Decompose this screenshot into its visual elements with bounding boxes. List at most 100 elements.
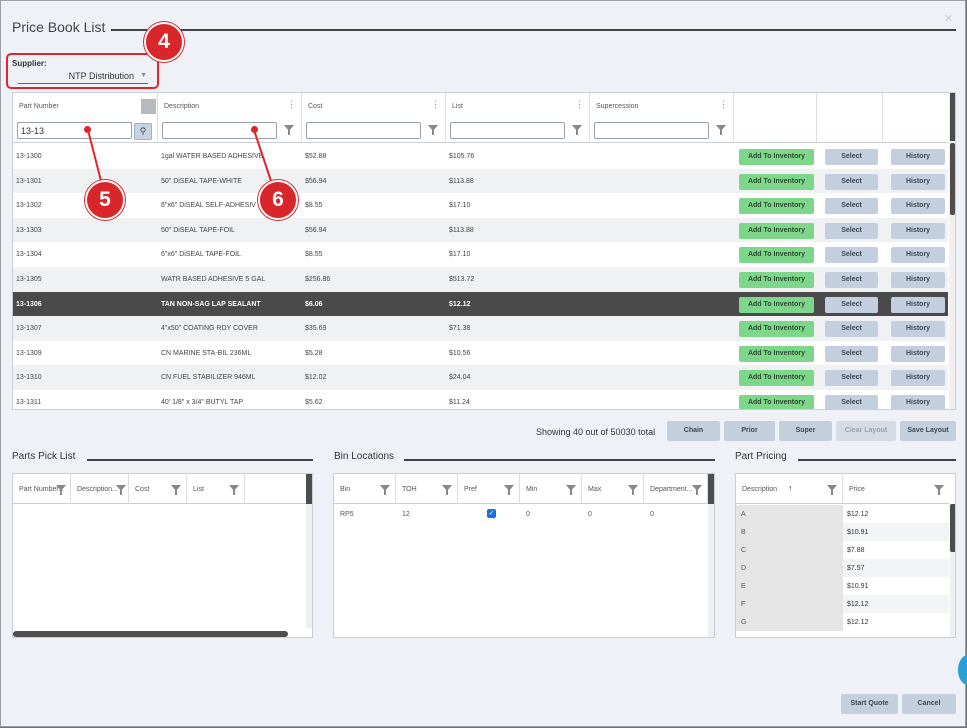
column-header-part-number[interactable]: Part Number... <box>13 474 71 504</box>
supercession-filter-input[interactable] <box>594 122 709 139</box>
select-button[interactable]: Select <box>825 149 878 165</box>
filter-icon[interactable] <box>628 485 638 495</box>
table-row[interactable]: 13-1304 6"x6" DiSEAL TAPE-FOIL $8.55 $17.10… <box>13 242 948 267</box>
filter-icon[interactable] <box>229 485 239 495</box>
table-row[interactable]: 13-1310 CN FUEL STABILIZER 946ML $12.02 $24… <box>13 365 948 390</box>
select-button[interactable]: Select <box>825 247 878 264</box>
table-row[interactable]: D $7.57 <box>736 559 949 577</box>
column-header-min[interactable]: Min <box>520 474 582 504</box>
save-layout-button[interactable]: Save Layout <box>900 421 956 441</box>
history-button[interactable]: History <box>891 173 945 190</box>
column-header-cost[interactable]: Cost ⋮ <box>302 93 446 143</box>
add-to-inventory-button[interactable]: Add To Inventory <box>739 198 814 215</box>
filter-icon[interactable] <box>171 485 181 495</box>
column-header-part-number[interactable]: Part Number ⚲ <box>13 93 158 143</box>
filter-icon[interactable] <box>827 485 837 495</box>
column-header-department[interactable]: Department... <box>644 474 708 504</box>
history-button[interactable]: History <box>891 149 945 165</box>
column-header-bin[interactable]: Bin <box>334 474 396 504</box>
filter-icon[interactable] <box>442 485 452 495</box>
table-row[interactable]: 13-1303 50" DiSEAL TAPE-FOIL $56.94 $113.88… <box>13 217 948 243</box>
add-to-inventory-button[interactable]: Add To Inventory <box>739 272 814 288</box>
table-row[interactable]: 13-1311 40' 1/8" x 3/4" BUTYL TAP $5.62 $11… <box>13 390 948 409</box>
column-menu-icon[interactable]: ⋮ <box>575 100 584 109</box>
sort-ascending-icon[interactable]: ↑ <box>788 483 793 493</box>
filter-icon[interactable] <box>572 125 582 135</box>
filter-icon[interactable] <box>716 125 726 135</box>
column-header-description[interactable]: Description... <box>71 474 129 504</box>
prior-button[interactable]: Prior <box>724 421 775 441</box>
grid-scrollbar[interactable] <box>949 93 955 409</box>
filter-icon[interactable] <box>428 125 438 135</box>
history-button[interactable]: History <box>891 222 945 239</box>
column-menu-icon[interactable]: ⋮ <box>719 100 728 109</box>
table-row[interactable]: E $10.91 <box>736 577 949 595</box>
add-to-inventory-button[interactable]: Add To Inventory <box>739 321 814 338</box>
column-header-list[interactable]: List ⋮ <box>446 93 590 143</box>
filter-icon[interactable] <box>692 485 702 495</box>
add-to-inventory-button[interactable]: Add To Inventory <box>739 247 814 264</box>
table-row[interactable]: 13-1302 6"x6" DiSEAL SELF-ADHESIV $8.55 $17… <box>13 193 948 218</box>
add-to-inventory-button[interactable]: Add To Inventory <box>739 345 814 362</box>
column-header-max[interactable]: Max <box>582 474 644 504</box>
history-button[interactable]: History <box>891 370 945 387</box>
filter-icon[interactable] <box>116 485 126 495</box>
sort-indicator[interactable] <box>141 99 156 114</box>
column-header-cost[interactable]: Cost <box>129 474 187 504</box>
table-row[interactable]: 13-1305 WATR BASED ADHESIVE 5 GAL $256.86 $… <box>13 267 948 292</box>
table-row[interactable]: 13-1301 50" DiSEAL TAPE-WHITE $56.94 $113.8… <box>13 168 948 194</box>
vertical-scrollbar[interactable] <box>950 504 955 637</box>
scrollbar-thumb[interactable] <box>950 504 955 552</box>
table-row[interactable]: C $7.88 <box>736 541 949 559</box>
table-row[interactable]: 13-1309 CN MARINE STA-BIL 236ML $5.28 $10.5… <box>13 341 948 366</box>
table-row[interactable]: RP5 12 ✓ 0 0 0 <box>334 505 708 523</box>
column-menu-icon[interactable]: ⋮ <box>431 100 440 109</box>
table-row[interactable]: 13-1307 4"x50" COATING RDY COVER $35.69 $71… <box>13 316 948 341</box>
table-row[interactable]: F $12.12 <box>736 595 949 613</box>
select-button[interactable]: Select <box>825 321 878 338</box>
select-button[interactable]: Select <box>825 272 878 288</box>
history-button[interactable]: History <box>891 395 945 409</box>
select-button[interactable]: Select <box>825 296 878 313</box>
table-row[interactable]: A $12.12 <box>736 505 949 523</box>
add-to-inventory-button[interactable]: Add To Inventory <box>739 370 814 387</box>
history-button[interactable]: History <box>891 345 945 362</box>
filter-icon[interactable] <box>504 485 514 495</box>
filter-icon[interactable] <box>56 485 66 495</box>
add-to-inventory-button[interactable]: Add To Inventory <box>739 395 814 409</box>
history-button[interactable]: History <box>891 272 945 288</box>
history-button[interactable]: History <box>891 296 945 313</box>
table-row[interactable]: 13-1306 TAN NON-SAG LAP SEALANT $6.06 $12.1… <box>13 291 948 317</box>
scrollbar-thumb[interactable] <box>950 143 955 215</box>
description-filter-input[interactable] <box>162 122 277 139</box>
column-menu-icon[interactable]: ⋮ <box>287 100 296 109</box>
super-button[interactable]: Super <box>779 421 832 441</box>
add-to-inventory-button[interactable]: Add To Inventory <box>739 173 814 190</box>
pref-checkbox[interactable]: ✓ <box>487 509 496 518</box>
add-to-inventory-button[interactable]: Add To Inventory <box>739 149 814 165</box>
cancel-button[interactable]: Cancel <box>902 694 956 714</box>
column-header-description[interactable]: Description ⋮ <box>158 93 302 143</box>
chain-button[interactable]: Chain <box>667 421 720 441</box>
start-quote-button[interactable]: Start Quote <box>841 694 898 714</box>
horizontal-scrollbar-thumb[interactable] <box>13 631 288 637</box>
select-button[interactable]: Select <box>825 173 878 190</box>
filter-icon[interactable] <box>934 485 944 495</box>
history-button[interactable]: History <box>891 247 945 264</box>
table-row[interactable]: 13-1300 1gal WATER BASED ADHESIVE $52.88 $1… <box>13 144 948 169</box>
filter-icon[interactable] <box>284 125 294 135</box>
add-to-inventory-button[interactable]: Add To Inventory <box>739 296 814 313</box>
history-button[interactable]: History <box>891 198 945 215</box>
column-header-supercession[interactable]: Supercession ⋮ <box>590 93 734 143</box>
history-button[interactable]: History <box>891 321 945 338</box>
select-button[interactable]: Select <box>825 198 878 215</box>
column-header-price[interactable]: Price <box>843 474 949 504</box>
select-button[interactable]: Select <box>825 370 878 387</box>
add-to-inventory-button[interactable]: Add To Inventory <box>739 222 814 239</box>
column-header-pref[interactable]: Pref <box>458 474 520 504</box>
vertical-scrollbar[interactable] <box>306 504 312 628</box>
select-button[interactable]: Select <box>825 222 878 239</box>
filter-icon[interactable] <box>566 485 576 495</box>
column-header-toh[interactable]: TOH <box>396 474 458 504</box>
column-header-description[interactable]: Description ↑ <box>736 474 843 504</box>
